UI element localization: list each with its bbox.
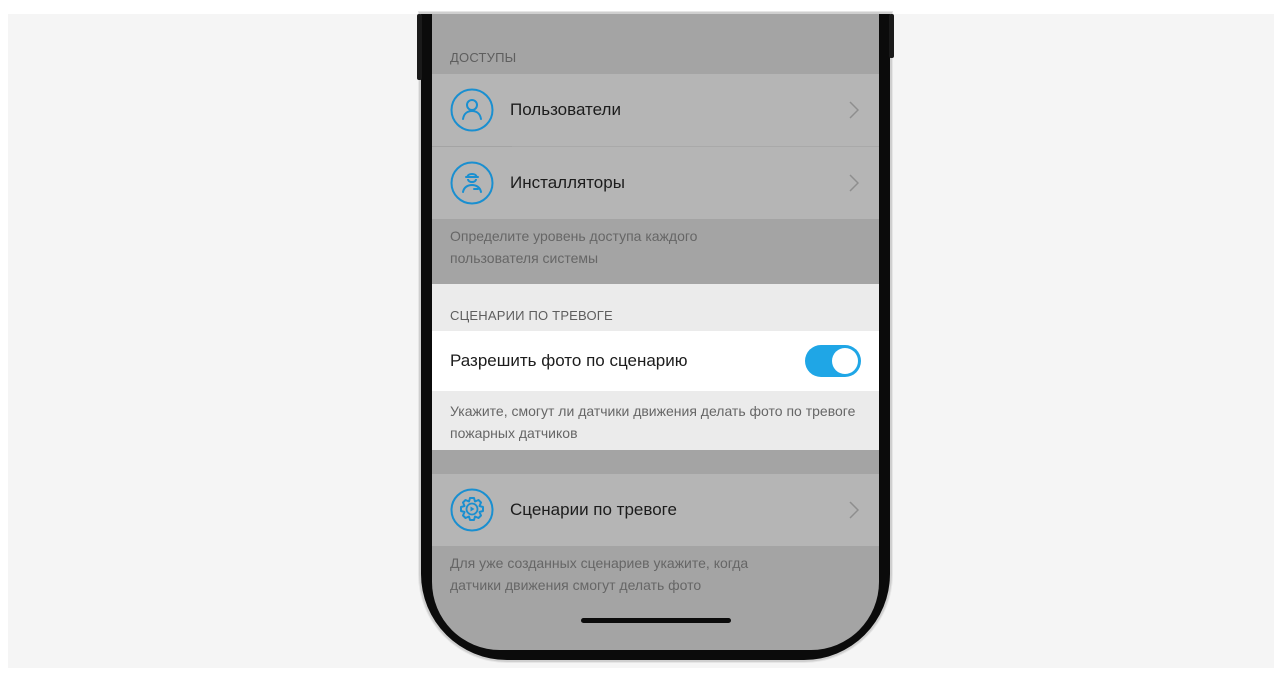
phone-frame: ДОСТУПЫ Пользователи Инсталляторы Опреде… [417, 14, 894, 660]
phone-side-button-right [889, 14, 894, 58]
users-row[interactable]: Пользователи [432, 74, 879, 146]
users-label: Пользователи [510, 100, 621, 119]
user-icon [450, 88, 494, 132]
allow-photo-label: Разрешить фото по сценарию [450, 351, 688, 370]
installer-icon [450, 161, 494, 205]
chevron-right-icon [849, 174, 859, 192]
scenario-gear-play-icon [450, 488, 494, 532]
section-header-alarm-scenarios: СЦЕНАРИИ ПО ТРЕВОГЕ [450, 308, 613, 323]
alarm-scenarios-row[interactable]: Сценарии по тревоге [432, 474, 879, 546]
allow-photo-row[interactable]: Разрешить фото по сценарию [432, 331, 879, 391]
allow-photo-toggle[interactable] [805, 345, 861, 377]
toggle-knob [832, 348, 858, 374]
allow-photo-note: Укажите, смогут ли датчики движения дела… [450, 403, 856, 441]
alarm-scenarios-note: Для уже созданных сценариев укажите, ког… [450, 555, 749, 593]
chevron-right-icon [849, 501, 859, 519]
alarm-scenarios-label: Сценарии по тревоге [510, 500, 677, 519]
installers-label: Инсталляторы [510, 173, 625, 192]
chevron-right-icon [849, 101, 859, 119]
access-note: Определите уровень доступа каждого польз… [450, 228, 698, 266]
phone-screen: ДОСТУПЫ Пользователи Инсталляторы Опреде… [432, 14, 879, 650]
phone-side-button-left [417, 14, 422, 80]
section-header-access: ДОСТУПЫ [450, 50, 517, 65]
page-background: ДОСТУПЫ Пользователи Инсталляторы Опреде… [8, 14, 1274, 668]
installers-row[interactable]: Инсталляторы [432, 147, 879, 219]
home-indicator[interactable] [581, 618, 731, 623]
